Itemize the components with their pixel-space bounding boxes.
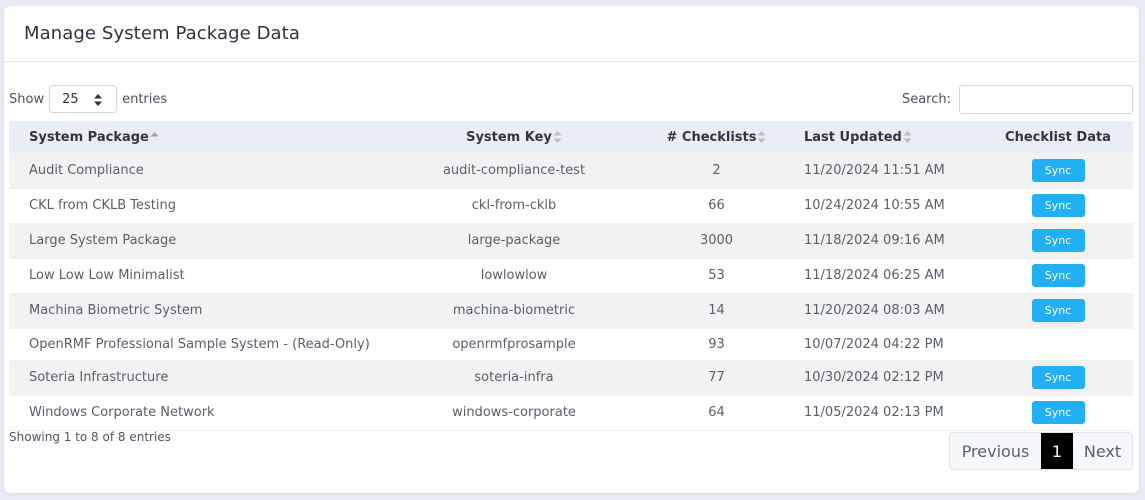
cell-package: Low Low Low Minimalist <box>29 268 185 283</box>
page-1-button[interactable]: 1 <box>1041 433 1073 469</box>
cell-action: Sync <box>983 223 1133 258</box>
cell-action <box>983 328 1133 360</box>
cell-key: machina-biometric <box>452 303 576 318</box>
table-controls: Show 25 entries Search: <box>9 84 1133 114</box>
sync-button[interactable]: Sync <box>1031 158 1085 182</box>
search-input[interactable] <box>959 84 1133 114</box>
sort-asc-icon <box>150 132 159 137</box>
sync-button[interactable]: Sync <box>1031 264 1085 287</box>
cell-action: Sync <box>983 360 1133 395</box>
cell-updated: 11/05/2024 02:13 PM <box>804 405 944 420</box>
cell-updated: 11/20/2024 08:03 AM <box>804 303 945 318</box>
cell-package: CKL from CKLB Testing <box>29 198 176 213</box>
table-row: Windows Corporate Network windows-corpor… <box>9 395 1133 430</box>
cell-updated: 10/07/2024 04:22 PM <box>804 336 944 352</box>
cell-key: lowlowlow <box>480 268 548 283</box>
cell-checklists: 14 <box>708 303 725 318</box>
cell-action: Sync <box>983 153 1133 188</box>
cell-updated: 11/18/2024 09:16 AM <box>804 233 945 248</box>
cell-updated: 10/30/2024 02:12 PM <box>804 370 944 385</box>
previous-page-button[interactable]: Previous <box>950 433 1041 469</box>
cell-package: Soteria Infrastructure <box>29 370 169 385</box>
cell-action: Sync <box>983 188 1133 223</box>
table-row: Machina Biometric System machina-biometr… <box>9 293 1133 328</box>
cell-package: OpenRMF Professional Sample System - (Re… <box>29 336 370 352</box>
search-label: Search: <box>901 91 951 107</box>
cell-checklists: 53 <box>708 268 725 283</box>
select-arrows-icon <box>94 94 103 106</box>
table-row: Low Low Low Minimalist lowlowlow 53 11/1… <box>9 258 1133 293</box>
table-header-row: System Package System Key # Checklists L… <box>9 121 1133 153</box>
table-row: Audit Compliance audit-compliance-test 2… <box>9 153 1133 188</box>
cell-checklists: 64 <box>708 405 725 420</box>
packages-table: System Package System Key # Checklists L… <box>9 121 1133 431</box>
cell-action: Sync <box>983 293 1133 328</box>
entries-select-value: 25 <box>62 91 79 107</box>
cell-key: openrmfprosample <box>452 336 576 352</box>
next-page-button[interactable]: Next <box>1073 433 1132 469</box>
table-info: Showing 1 to 8 of 8 entries <box>9 430 171 444</box>
card-header: Manage System Package Data <box>4 6 1139 62</box>
cell-action: Sync <box>983 395 1133 430</box>
cell-action: Sync <box>983 258 1133 293</box>
table-row: OpenRMF Professional Sample System - (Re… <box>9 328 1133 360</box>
col-header-last-updated[interactable]: Last Updated <box>804 121 983 153</box>
cell-checklists: 2 <box>712 162 721 178</box>
cell-key: soteria-infra <box>474 370 554 385</box>
sync-button[interactable]: Sync <box>1031 366 1085 389</box>
entries-select[interactable]: 25 <box>49 85 118 113</box>
sort-both-icon <box>903 131 912 143</box>
sort-both-icon <box>757 131 766 143</box>
sync-button[interactable]: Sync <box>1031 299 1085 322</box>
col-header-checklist-data: Checklist Data <box>1005 129 1111 145</box>
cell-updated: 10/24/2024 10:55 AM <box>804 198 945 213</box>
page-title: Manage System Package Data <box>24 23 300 44</box>
table-row: Soteria Infrastructure soteria-infra 77 … <box>9 360 1133 395</box>
cell-checklists: 66 <box>708 198 725 213</box>
entries-length-control: Show 25 entries <box>9 84 167 114</box>
cell-package: Large System Package <box>29 233 177 248</box>
table-row: Large System Package large-package 3000 … <box>9 223 1133 258</box>
cell-key: large-package <box>467 233 561 248</box>
sync-button[interactable]: Sync <box>1031 229 1085 252</box>
cell-updated: 11/18/2024 06:25 AM <box>804 268 945 283</box>
sort-both-icon <box>553 131 562 143</box>
cell-key: audit-compliance-test <box>442 162 586 178</box>
cell-checklists: 77 <box>708 370 725 385</box>
cell-key: ckl-from-cklb <box>471 198 557 213</box>
entries-label: entries <box>122 91 168 107</box>
col-header-checklists[interactable]: # Checklists <box>629 121 804 153</box>
cell-checklists: 93 <box>708 336 725 352</box>
manage-packages-card: Manage System Package Data Show 25 entri… <box>4 6 1139 493</box>
cell-package: Machina Biometric System <box>29 303 203 318</box>
col-header-system-package[interactable]: System Package <box>9 121 399 153</box>
cell-package: Audit Compliance <box>29 162 144 178</box>
search-control: Search: <box>902 84 1133 114</box>
cell-updated: 11/20/2024 11:51 AM <box>804 162 945 178</box>
col-header-system-key[interactable]: System Key <box>399 121 629 153</box>
sync-button[interactable]: Sync <box>1031 194 1085 217</box>
show-label: Show <box>9 91 45 107</box>
cell-key: windows-corporate <box>452 405 576 420</box>
cell-package: Windows Corporate Network <box>29 405 215 420</box>
pagination: Previous 1 Next <box>949 432 1133 470</box>
cell-checklists: 3000 <box>699 233 734 248</box>
table-row: CKL from CKLB Testing ckl-from-cklb 66 1… <box>9 188 1133 223</box>
sync-button[interactable]: Sync <box>1031 401 1085 424</box>
